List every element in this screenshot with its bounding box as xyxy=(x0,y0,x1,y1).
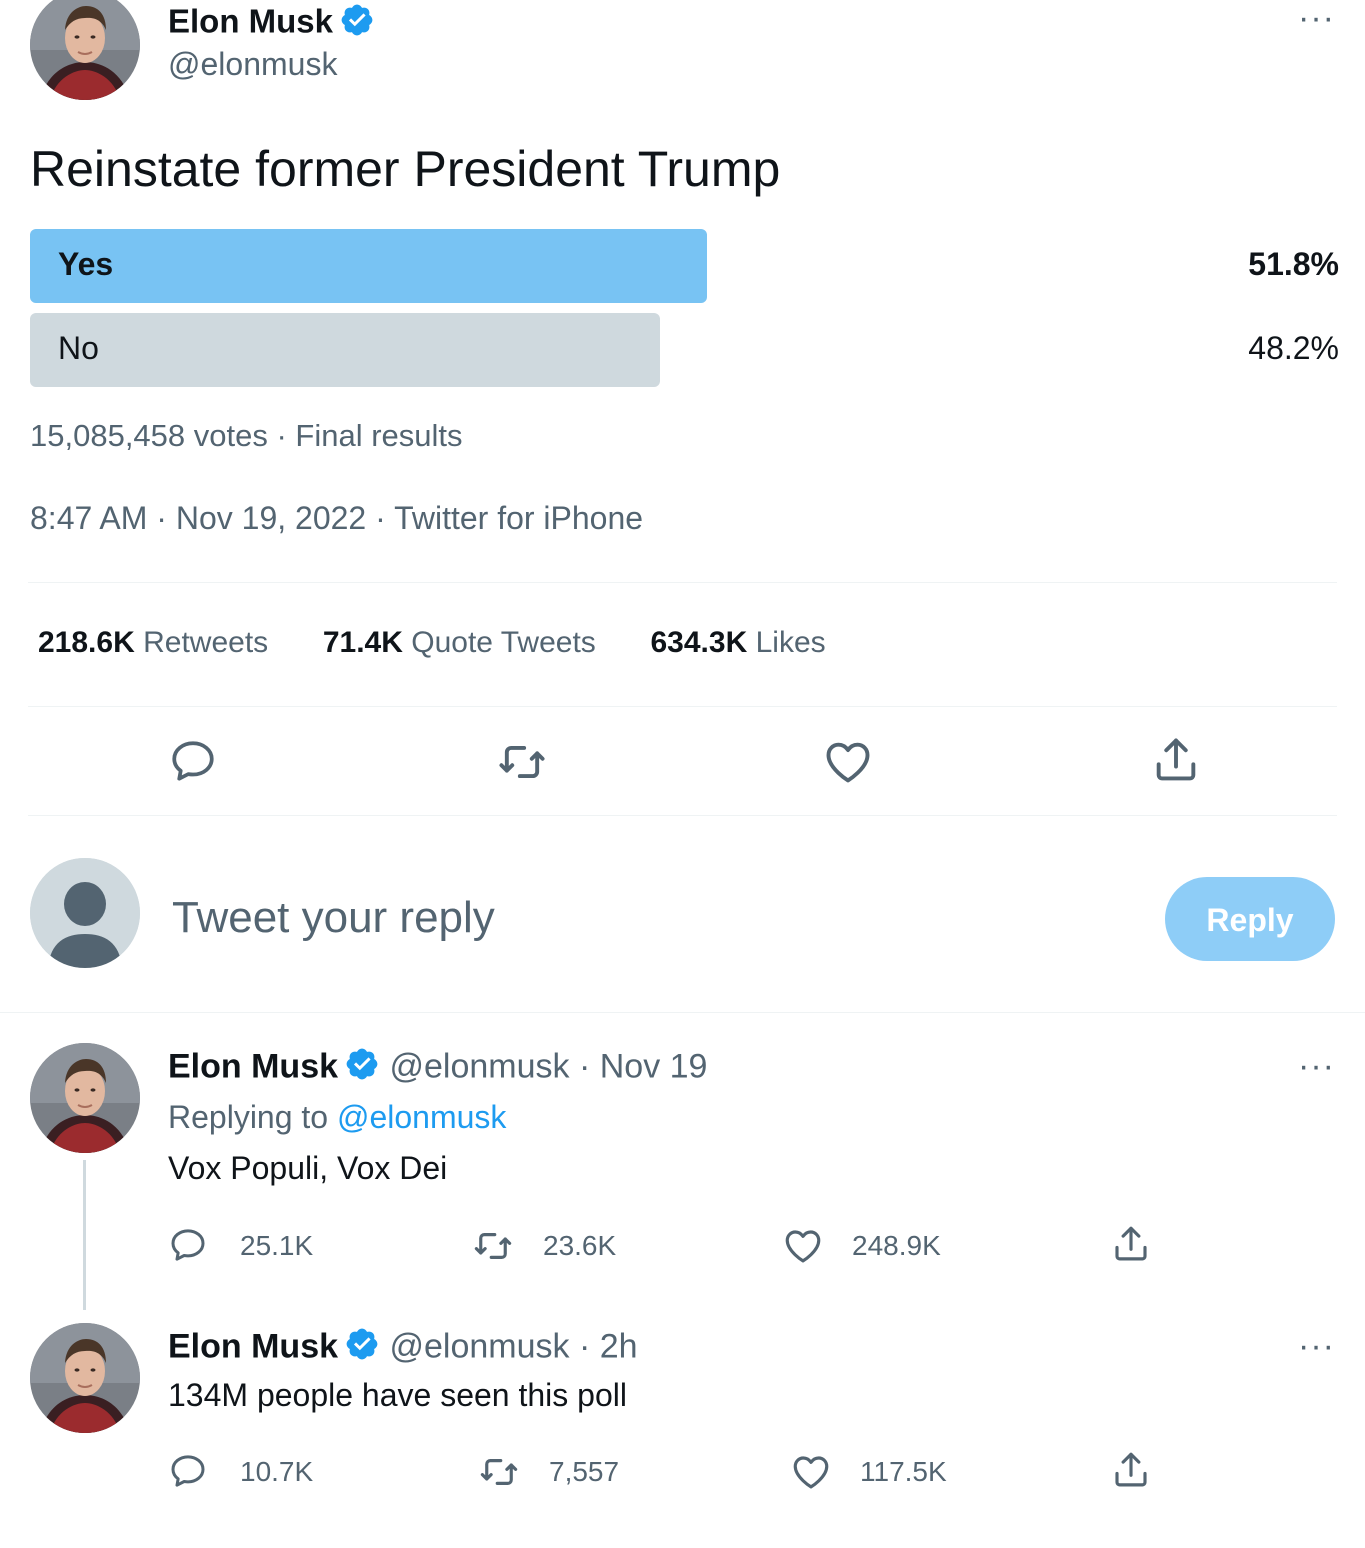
share-icon[interactable] xyxy=(1110,1449,1152,1496)
like-count: 248.9K xyxy=(852,1230,941,1261)
more-icon[interactable]: ··· xyxy=(1298,1049,1335,1083)
retweet-count: 23.6K xyxy=(543,1230,617,1261)
author-handle[interactable]: @elonmusk xyxy=(389,1047,569,1085)
reply-time[interactable]: · 2h xyxy=(579,1327,638,1365)
retweet-count: 7,557 xyxy=(549,1456,620,1487)
reply-input[interactable]: Tweet your reply xyxy=(172,893,495,943)
poll-option-no: No xyxy=(30,313,660,387)
reply-button[interactable]: Reply xyxy=(1165,877,1335,961)
thread-line xyxy=(83,1160,86,1310)
author-avatar[interactable] xyxy=(30,0,140,100)
retweet-icon[interactable] xyxy=(478,1451,520,1498)
author-handle[interactable]: @elonmusk xyxy=(168,46,337,83)
share-icon[interactable] xyxy=(1150,734,1202,791)
replying-to: Replying to @elonmusk xyxy=(168,1099,507,1135)
reply-header: Elon Musk @elonmusk · Nov 19 xyxy=(168,1046,707,1091)
poll-option-label: Yes xyxy=(58,246,114,282)
retweet-icon[interactable] xyxy=(496,736,548,793)
poll-option-yes: Yes xyxy=(30,229,707,303)
tweet-text: Reinstate former President Trump xyxy=(30,141,781,197)
author-name-row[interactable]: Elon Musk xyxy=(168,2,375,46)
reply-count: 10.7K xyxy=(240,1456,314,1487)
reply-text: 134M people have seen this poll xyxy=(168,1377,627,1413)
reply-count: 25.1K xyxy=(240,1230,314,1261)
divider xyxy=(28,706,1337,707)
stat-retweets[interactable]: 218.6K Retweets xyxy=(38,626,268,659)
like-count: 117.5K xyxy=(860,1456,947,1487)
reply-icon[interactable] xyxy=(168,1451,208,1496)
reply-icon[interactable] xyxy=(168,1225,208,1270)
avatar[interactable] xyxy=(30,1043,140,1153)
like-icon[interactable] xyxy=(822,736,874,793)
default-avatar-icon xyxy=(30,858,140,968)
reply-icon[interactable] xyxy=(168,736,218,791)
verified-icon xyxy=(344,1326,380,1371)
more-icon[interactable]: ··· xyxy=(1298,1,1335,35)
poll-option-percent: 48.2% xyxy=(1248,330,1339,366)
more-icon[interactable]: ··· xyxy=(1298,1329,1335,1363)
author-name[interactable]: Elon Musk xyxy=(168,3,333,40)
reply-text: Vox Populi, Vox Dei xyxy=(168,1150,448,1186)
divider xyxy=(0,1012,1365,1013)
stat-quote-tweets[interactable]: 71.4K Quote Tweets xyxy=(323,626,596,659)
tweet-stats: 218.6K Retweets 71.4K Quote Tweets 634.3… xyxy=(38,626,826,660)
verified-icon xyxy=(339,2,375,46)
divider xyxy=(28,582,1337,583)
stat-likes[interactable]: 634.3K Likes xyxy=(651,626,826,659)
divider xyxy=(28,815,1337,816)
avatar[interactable] xyxy=(30,1323,140,1433)
tweet-meta[interactable]: 8:47 AM · Nov 19, 2022 · Twitter for iPh… xyxy=(30,500,643,537)
share-icon[interactable] xyxy=(1110,1223,1152,1270)
verified-icon xyxy=(344,1046,380,1091)
author-name[interactable]: Elon Musk xyxy=(168,1047,338,1085)
poll-summary: 15,085,458 votes · Final results xyxy=(30,418,463,453)
author-handle[interactable]: @elonmusk xyxy=(389,1327,569,1365)
author-name[interactable]: Elon Musk xyxy=(168,1327,338,1365)
replying-to-link[interactable]: @elonmusk xyxy=(337,1099,506,1135)
poll-option-percent: 51.8% xyxy=(1248,246,1339,282)
like-icon[interactable] xyxy=(782,1225,824,1272)
like-icon[interactable] xyxy=(790,1451,832,1498)
reply-time[interactable]: · Nov 19 xyxy=(579,1047,708,1085)
retweet-icon[interactable] xyxy=(472,1225,514,1272)
poll-option-label: No xyxy=(58,330,99,366)
reply-header: Elon Musk @elonmusk · 2h xyxy=(168,1326,638,1371)
